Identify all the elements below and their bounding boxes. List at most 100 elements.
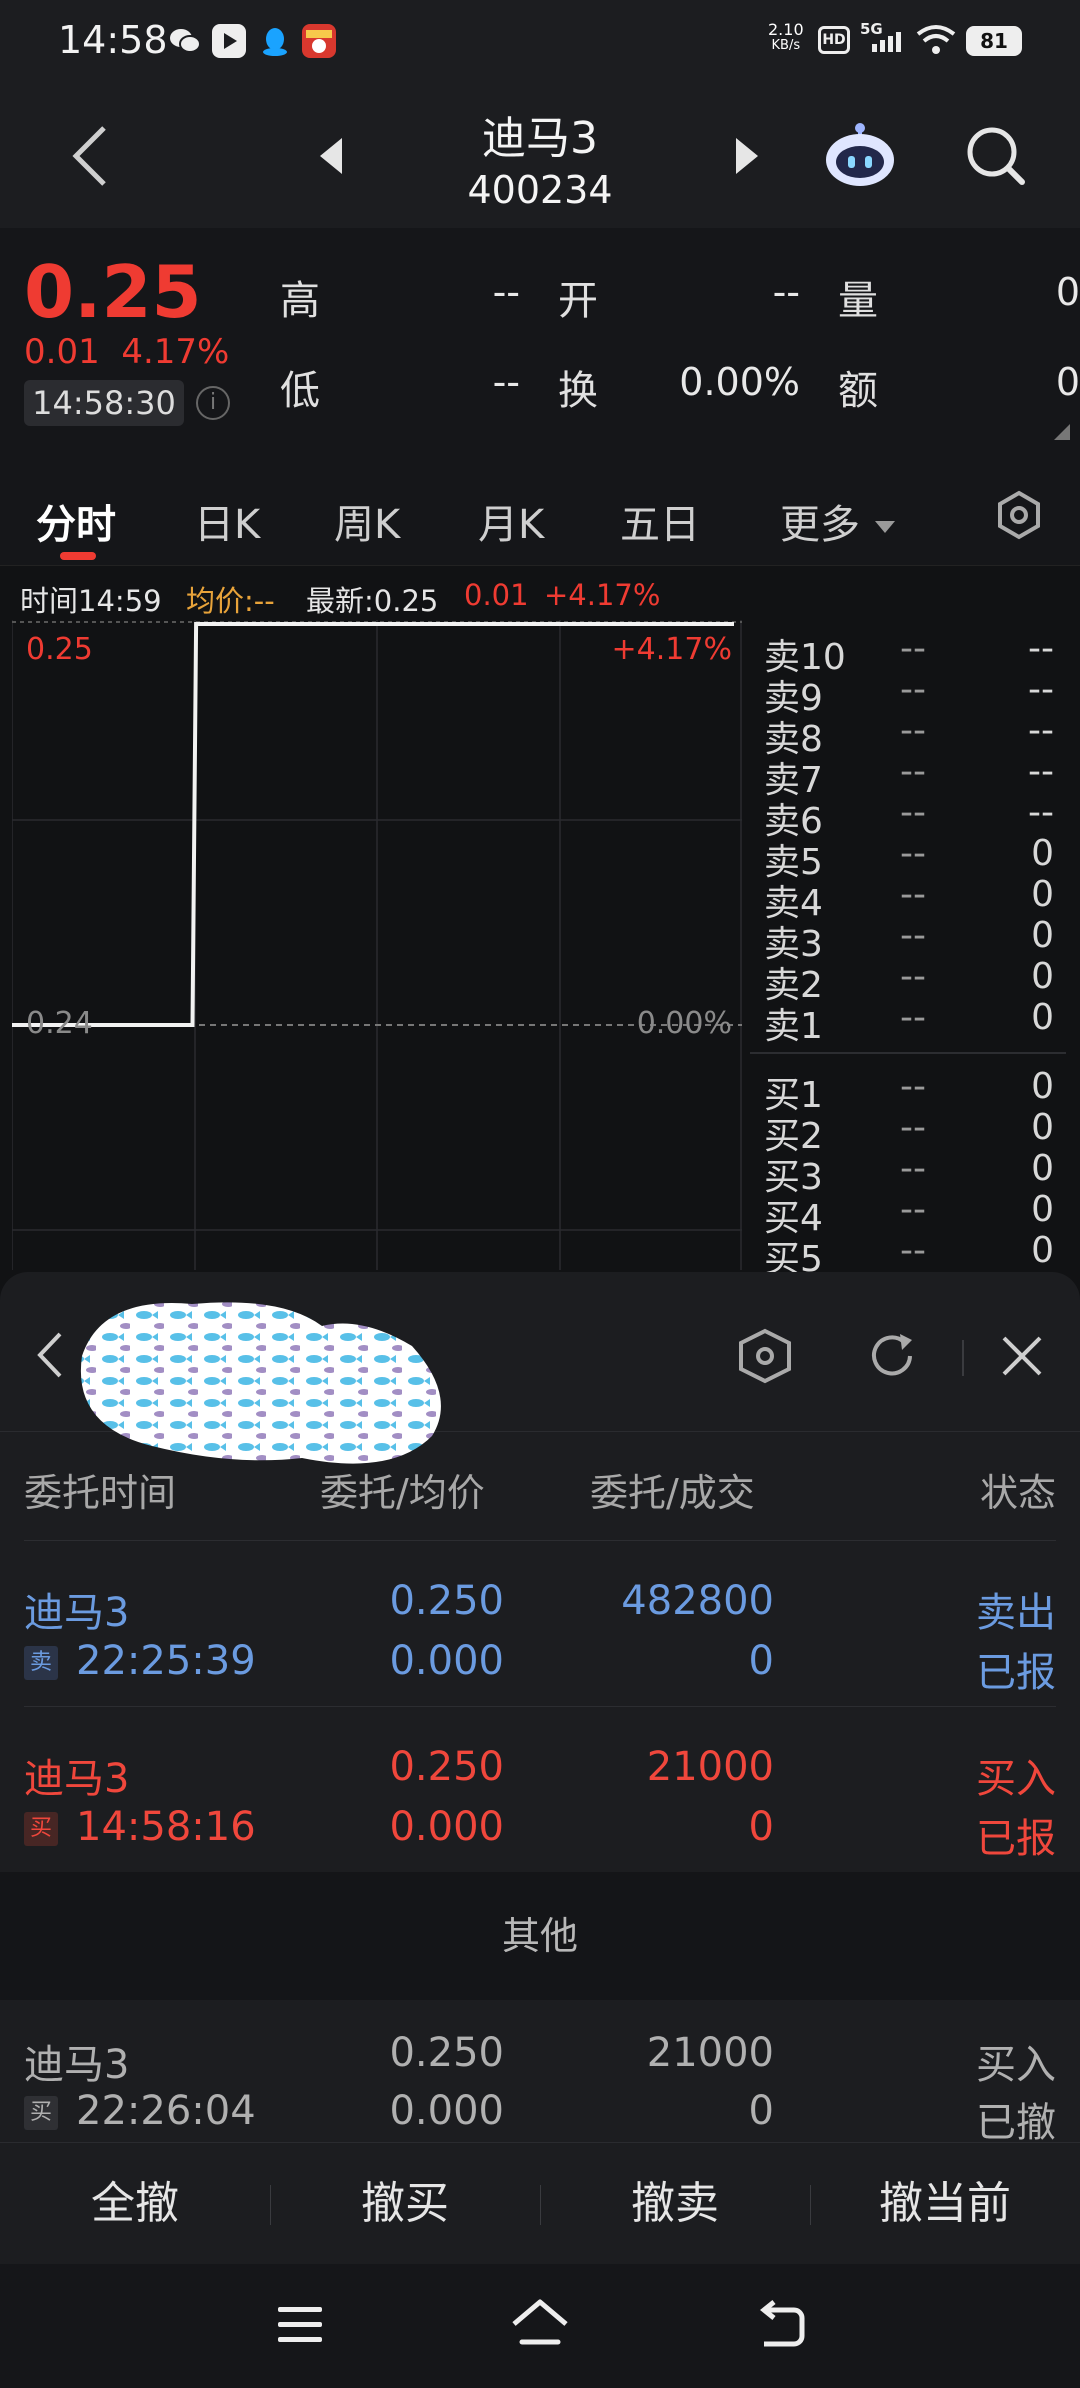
close-icon[interactable] bbox=[998, 1332, 1046, 1384]
order-status: 已报 bbox=[976, 1816, 1056, 1862]
sheet-settings-icon[interactable] bbox=[736, 1328, 794, 1388]
level-volume: -- bbox=[1028, 792, 1054, 833]
order-status: 已报 bbox=[976, 1650, 1056, 1696]
order-book-row[interactable]: 卖1 -- 0 bbox=[748, 997, 1068, 1047]
level-volume: -- bbox=[1028, 710, 1054, 751]
level-price: -- bbox=[900, 1148, 926, 1189]
menu-icon[interactable] bbox=[276, 2304, 324, 2350]
hd-icon: HD bbox=[818, 26, 850, 54]
volume-label: 量 bbox=[838, 278, 878, 324]
refresh-icon[interactable] bbox=[864, 1328, 920, 1388]
sheet-back-icon[interactable] bbox=[34, 1330, 64, 1384]
amount-value: 0 bbox=[1055, 360, 1080, 404]
level-price: -- bbox=[900, 628, 926, 669]
other-section-label: 其他 bbox=[0, 1872, 1080, 2000]
order-book-row[interactable]: 买1 -- 0 bbox=[748, 1066, 1068, 1116]
level-price: -- bbox=[900, 1189, 926, 1230]
price-change: 0.01 4.17% bbox=[24, 332, 230, 372]
cancel-all-button[interactable]: 全撤 bbox=[0, 2143, 270, 2265]
order-book-row[interactable]: 卖10 -- -- bbox=[748, 628, 1068, 678]
level-volume: 0 bbox=[1031, 1107, 1054, 1148]
order-stock-name: 迪马3 bbox=[24, 1590, 130, 1636]
active-tab-indicator bbox=[60, 552, 96, 560]
video-app-icon bbox=[212, 24, 246, 58]
cancel-sell-button[interactable]: 撤卖 bbox=[540, 2143, 810, 2265]
stock-name: 迪马3 bbox=[482, 113, 598, 164]
status-time: 14:58 bbox=[58, 18, 168, 62]
tab-week-k[interactable]: 周K bbox=[334, 492, 400, 550]
order-book-row[interactable]: 卖4 -- 0 bbox=[748, 874, 1068, 924]
order-price: 0.250 bbox=[389, 1578, 504, 1624]
wechat-icon bbox=[168, 24, 202, 58]
level-volume: 0 bbox=[1031, 997, 1054, 1038]
order-book-row[interactable]: 卖2 -- 0 bbox=[748, 956, 1068, 1006]
intraday-chart[interactable]: 0.25 +4.17% 0.24 0.00% bbox=[11, 620, 742, 1270]
info-avg: 均价:-- bbox=[186, 584, 275, 618]
order-time: 22:26:04 bbox=[76, 2088, 256, 2134]
tab-more[interactable]: 更多 bbox=[780, 492, 897, 550]
buy-tag: 买 bbox=[24, 1812, 58, 1846]
tab-five-day[interactable]: 五日 bbox=[620, 492, 700, 550]
order-book-row[interactable]: 买5 -- 0 bbox=[748, 1230, 1068, 1280]
back-nav-icon[interactable] bbox=[756, 2300, 806, 2352]
order-avg-price: 0.000 bbox=[389, 1804, 504, 1850]
order-row[interactable]: 迪马3 卖 22:25:39 0.250 0.000 482800 0 卖出 已… bbox=[0, 1542, 1080, 1708]
y-base-label: 0.24 bbox=[26, 1006, 93, 1041]
level-price: -- bbox=[900, 710, 926, 751]
buy-tag: 买 bbox=[24, 2096, 58, 2130]
order-book-divider bbox=[750, 1052, 1066, 1054]
info-time: 时间14:59 bbox=[20, 584, 162, 618]
robot-assistant-icon[interactable] bbox=[822, 120, 898, 194]
expand-corner-icon[interactable] bbox=[1054, 424, 1070, 440]
level-price: -- bbox=[900, 792, 926, 833]
divider bbox=[24, 1540, 1056, 1541]
info-icon[interactable]: i bbox=[196, 386, 230, 420]
quote-panel: 0.25 0.01 4.17% 14:58:30 i 高 -- 开 -- 量 0… bbox=[0, 228, 1080, 456]
order-row[interactable]: 迪马3 买 22:26:04 0.250 0.000 21000 0 买入 已撤 bbox=[0, 2000, 1080, 2146]
order-qty: 21000 bbox=[646, 2030, 774, 2076]
order-book-row[interactable]: 卖9 -- -- bbox=[748, 669, 1068, 719]
level-volume: -- bbox=[1028, 751, 1054, 792]
chart-info-line: 时间14:59 均价:-- 最新:0.25 0.01 +4.17% bbox=[0, 570, 1080, 620]
level-price: -- bbox=[900, 1107, 926, 1148]
tab-month-k[interactable]: 月K bbox=[478, 492, 544, 550]
level-volume: -- bbox=[1028, 628, 1054, 669]
order-book-row[interactable]: 卖7 -- -- bbox=[748, 751, 1068, 801]
cancel-actions-bar: 全撤 撤买 撤卖 撤当前 bbox=[0, 2142, 1080, 2264]
level-label: 卖1 bbox=[764, 1006, 823, 1047]
cancel-current-button[interactable]: 撤当前 bbox=[810, 2143, 1080, 2265]
info-change: 0.01 bbox=[464, 578, 529, 612]
order-book-row[interactable]: 买2 -- 0 bbox=[748, 1107, 1068, 1157]
system-nav-bar bbox=[0, 2264, 1080, 2388]
order-filled: 0 bbox=[748, 1804, 774, 1850]
home-icon[interactable] bbox=[510, 2298, 570, 2354]
info-latest: 最新:0.25 bbox=[306, 584, 439, 618]
cancel-buy-button[interactable]: 撤买 bbox=[270, 2143, 540, 2265]
chart-svg bbox=[11, 620, 742, 1270]
search-icon[interactable] bbox=[964, 124, 1028, 192]
order-book-row[interactable]: 卖8 -- -- bbox=[748, 710, 1068, 760]
chart-settings-icon[interactable] bbox=[994, 490, 1044, 544]
order-book-row[interactable]: 买4 -- 0 bbox=[748, 1189, 1068, 1239]
order-row[interactable]: 迪马3 买 14:58:16 0.250 0.000 21000 0 买入 已报 bbox=[0, 1708, 1080, 1874]
order-qty: 482800 bbox=[621, 1578, 774, 1624]
order-book-row[interactable]: 买3 -- 0 bbox=[748, 1148, 1068, 1198]
tab-day-k[interactable]: 日K bbox=[194, 492, 260, 550]
low-label: 低 bbox=[280, 368, 320, 414]
header-divider bbox=[962, 1340, 964, 1376]
order-time: 14:58:16 bbox=[76, 1804, 256, 1850]
col-order-qty: 委托/成交 bbox=[590, 1471, 755, 1515]
status-bar: 14:58 2.10 KB/s HD 5G 81 bbox=[0, 0, 1080, 80]
order-book-row[interactable]: 卖5 -- 0 bbox=[748, 833, 1068, 883]
order-book-row[interactable]: 卖3 -- 0 bbox=[748, 915, 1068, 965]
level-volume: 0 bbox=[1031, 1066, 1054, 1107]
level-volume: 0 bbox=[1031, 1189, 1054, 1230]
next-stock-icon[interactable] bbox=[732, 136, 762, 180]
stock-header: 迪马3 400234 bbox=[0, 80, 1080, 228]
level-price: -- bbox=[900, 1066, 926, 1107]
order-book: 卖10 -- -- 卖9 -- -- 卖8 -- -- 卖7 -- -- 卖6 -- -- 卖5 -- 0 卖4 --… bbox=[748, 620, 1068, 1280]
high-value: -- bbox=[492, 270, 520, 314]
level-volume: 0 bbox=[1031, 1230, 1054, 1271]
order-book-row[interactable]: 卖6 -- -- bbox=[748, 792, 1068, 842]
tab-fenshi[interactable]: 分时 bbox=[36, 492, 116, 550]
